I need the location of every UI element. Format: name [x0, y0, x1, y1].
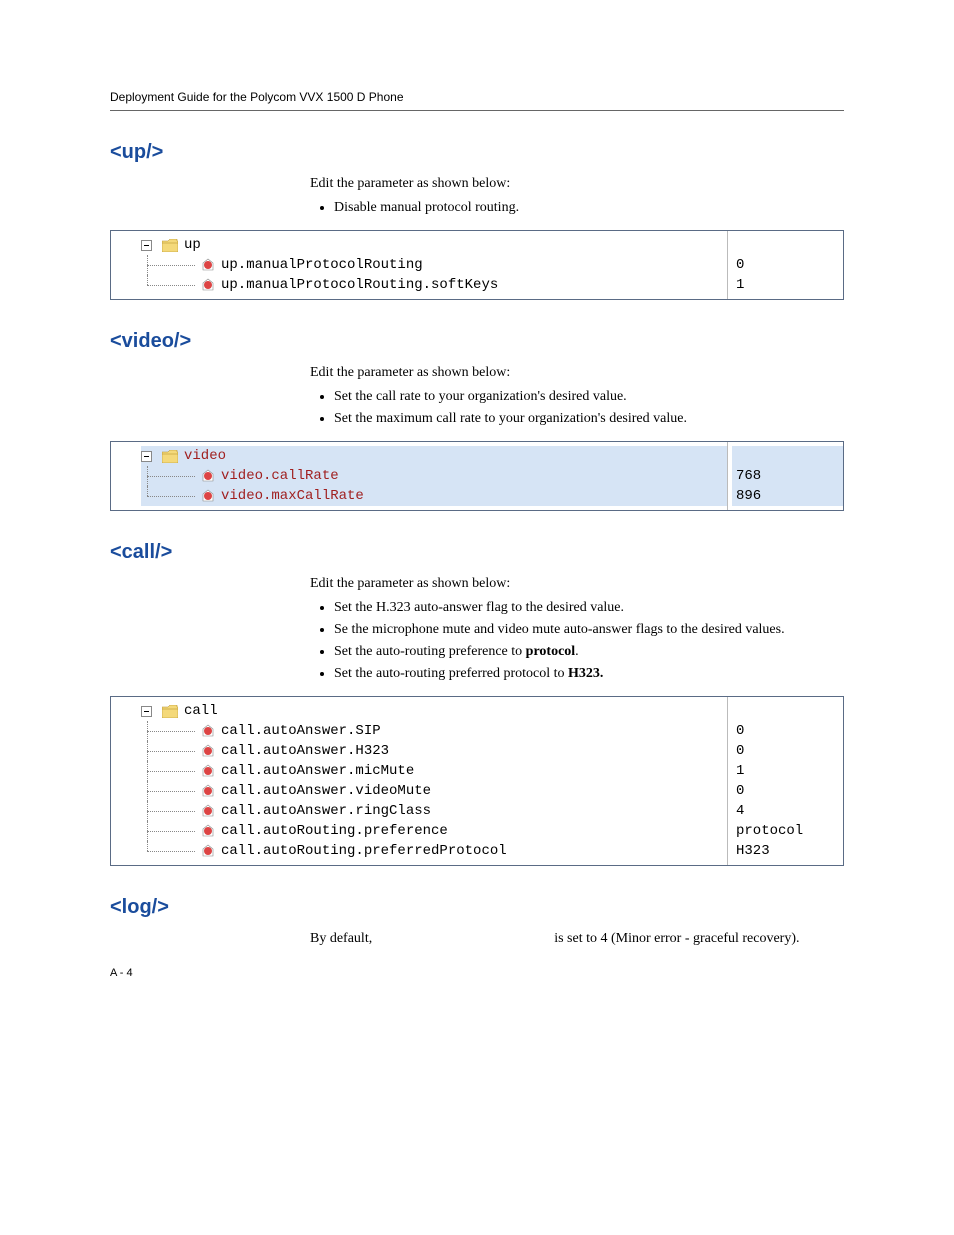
attribute-icon — [201, 258, 215, 272]
attribute-icon — [201, 844, 215, 858]
list-item: Disable manual protocol routing. — [334, 200, 844, 216]
tree-box-video: video video.callRate video.maxCallRate 7… — [110, 441, 844, 511]
tree-attr-row[interactable]: call.autoAnswer.SIP — [141, 721, 727, 741]
tree-box-up: up up.manualProtocolRouting up.manualPro… — [110, 230, 844, 300]
attribute-icon — [201, 824, 215, 838]
attribute-icon — [201, 489, 215, 503]
tree-value[interactable]: 4 — [732, 801, 843, 821]
attribute-icon — [201, 469, 215, 483]
expand-icon[interactable] — [141, 451, 152, 462]
folder-icon — [162, 705, 178, 718]
attribute-icon — [201, 724, 215, 738]
section-heading-call: <call/> — [110, 541, 844, 564]
expand-icon[interactable] — [141, 706, 152, 717]
tree-root-row[interactable]: up — [141, 235, 727, 255]
tree-attr-label: video.maxCallRate — [221, 486, 364, 506]
tree-value[interactable]: 0 — [732, 721, 843, 741]
bold-text: protocol — [526, 644, 576, 659]
attribute-icon — [201, 278, 215, 292]
tree-value[interactable]: 0 — [732, 741, 843, 761]
tree-value[interactable]: 896 — [732, 486, 843, 506]
tree-root-label: call — [184, 701, 218, 721]
section-call-bullets: Set the H.323 auto-answer flag to the de… — [310, 600, 844, 682]
tree-attr-row[interactable]: call.autoRouting.preference — [141, 821, 727, 841]
tree-attr-label: call.autoAnswer.ringClass — [221, 801, 431, 821]
tree-attr-label: call.autoAnswer.H323 — [221, 741, 389, 761]
section-video-intro: Edit the parameter as shown below: — [310, 365, 844, 381]
folder-icon — [162, 450, 178, 463]
tree-box-call: call call.autoAnswer.SIP call.autoAnswer… — [110, 696, 844, 866]
tree-value[interactable]: protocol — [732, 821, 843, 841]
tree-attr-label: call.autoRouting.preference — [221, 821, 448, 841]
tree-attr-label: up.manualProtocolRouting — [221, 255, 423, 275]
section-heading-log: <log/> — [110, 896, 844, 919]
tree-attr-row[interactable]: call.autoAnswer.videoMute — [141, 781, 727, 801]
bold-text: H323. — [568, 666, 603, 681]
tree-root-label: video — [184, 446, 226, 466]
tree-attr-label: video.callRate — [221, 466, 339, 486]
list-item: Set the H.323 auto-answer flag to the de… — [334, 600, 844, 616]
tree-root-row[interactable]: call — [141, 701, 727, 721]
section-heading-up: <up/> — [110, 141, 844, 164]
text: Set the auto-routing preferred protocol … — [334, 666, 568, 681]
tree-attr-label: call.autoAnswer.videoMute — [221, 781, 431, 801]
tree-value[interactable]: 1 — [732, 275, 843, 295]
section-video-bullets: Set the call rate to your organization's… — [310, 389, 844, 427]
tree-root-row[interactable]: video — [141, 446, 727, 466]
tree-value[interactable]: 0 — [732, 255, 843, 275]
text: . — [575, 644, 579, 659]
tree-attr-row[interactable]: video.callRate — [141, 466, 727, 486]
tree-value[interactable]: H323 — [732, 841, 843, 861]
list-item: Set the auto-routing preferred protocol … — [334, 666, 844, 682]
list-item: Set the call rate to your organization's… — [334, 389, 844, 405]
tree-attr-label: call.autoAnswer.SIP — [221, 721, 381, 741]
tree-attr-row[interactable]: up.manualProtocolRouting.softKeys — [141, 275, 727, 295]
tree-attr-label: call.autoAnswer.micMute — [221, 761, 414, 781]
list-item: Set the maximum call rate to your organi… — [334, 411, 844, 427]
list-item: Set the auto-routing preference to proto… — [334, 644, 844, 660]
tree-attr-row[interactable]: call.autoAnswer.ringClass — [141, 801, 727, 821]
tree-attr-row[interactable]: call.autoAnswer.micMute — [141, 761, 727, 781]
tree-attr-row[interactable]: up.manualProtocolRouting — [141, 255, 727, 275]
tree-attr-row[interactable]: call.autoAnswer.H323 — [141, 741, 727, 761]
attribute-icon — [201, 764, 215, 778]
tree-attr-row[interactable]: video.maxCallRate — [141, 486, 727, 506]
expand-icon[interactable] — [141, 240, 152, 251]
section-log-text: By default, is set to 4 (Minor error - g… — [310, 931, 844, 947]
tree-value[interactable]: 1 — [732, 761, 843, 781]
section-heading-video: <video/> — [110, 330, 844, 353]
attribute-icon — [201, 744, 215, 758]
tree-attr-label: up.manualProtocolRouting.softKeys — [221, 275, 498, 295]
folder-icon — [162, 239, 178, 252]
section-up-intro: Edit the parameter as shown below: — [310, 176, 844, 192]
page-number: A - 4 — [110, 967, 844, 979]
section-up-bullets: Disable manual protocol routing. — [310, 200, 844, 216]
tree-value[interactable]: 768 — [732, 466, 843, 486]
tree-attr-row[interactable]: call.autoRouting.preferredProtocol — [141, 841, 727, 861]
page-header: Deployment Guide for the Polycom VVX 150… — [110, 90, 844, 111]
attribute-icon — [201, 804, 215, 818]
tree-value[interactable]: 0 — [732, 781, 843, 801]
tree-root-label: up — [184, 235, 201, 255]
tree-attr-label: call.autoRouting.preferredProtocol — [221, 841, 507, 861]
text: Set the auto-routing preference to — [334, 644, 526, 659]
attribute-icon — [201, 784, 215, 798]
list-item: Se the microphone mute and video mute au… — [334, 622, 844, 638]
section-call-intro: Edit the parameter as shown below: — [310, 576, 844, 592]
